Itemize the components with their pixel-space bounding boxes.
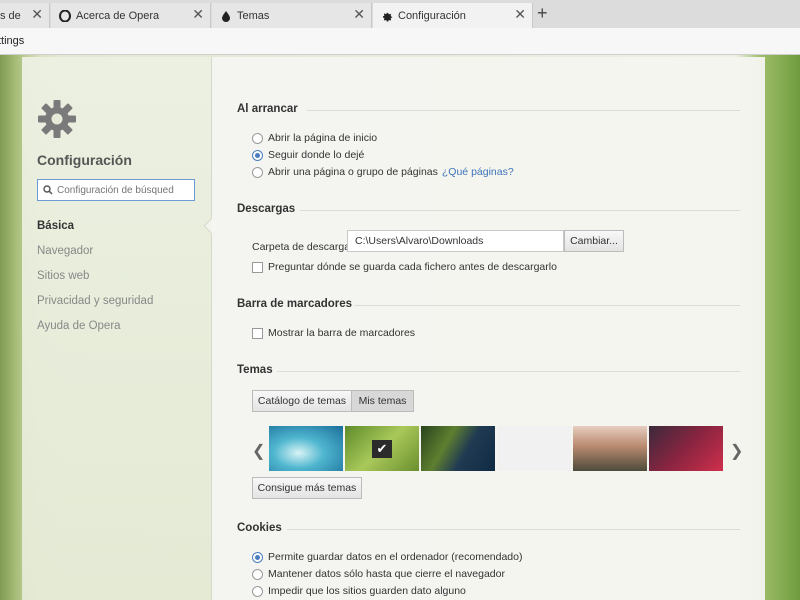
tab-theme-catalog[interactable]: Catálogo de temas: [252, 390, 352, 412]
tab-themes[interactable]: Temas ✕: [212, 3, 372, 28]
checkbox[interactable]: [252, 261, 263, 273]
settings-content: Al arrancar Abrir la página de inicio Se…: [212, 57, 765, 600]
section-heading-themes: Temas: [237, 364, 273, 376]
which-pages-link[interactable]: ¿Qué páginas?: [442, 166, 514, 178]
settings-search[interactable]: [37, 179, 195, 201]
close-icon[interactable]: ✕: [31, 7, 43, 21]
tab-settings[interactable]: Configuración ✕: [373, 3, 533, 28]
show-bookmarks-option[interactable]: Mostrar la barra de marcadores: [252, 327, 415, 339]
cookies-option-session[interactable]: Mantener datos sólo hasta que cierre el …: [252, 568, 505, 580]
theme-thumbnail[interactable]: [573, 426, 647, 471]
section-heading-downloads: Descargas: [237, 203, 296, 215]
theme-thumbnail[interactable]: [421, 426, 495, 471]
sidebar-item-privacy[interactable]: Privacidad y seguridad: [37, 294, 153, 319]
startup-option-pages[interactable]: Abrir una página o grupo de páginas ¿Qué…: [252, 166, 514, 178]
tab-label: s de: [0, 9, 21, 22]
radio-button[interactable]: [252, 132, 263, 144]
divider: [287, 529, 740, 530]
tab-label: Temas: [237, 9, 270, 22]
section-heading-cookies: Cookies: [237, 522, 282, 534]
change-folder-button[interactable]: Cambiar...: [564, 230, 624, 252]
sidebar-item-browser[interactable]: Navegador: [37, 244, 153, 269]
opera-icon: [59, 9, 71, 22]
sidebar: Configuración Básica Navegador Sitios we…: [22, 57, 221, 600]
tab-about-opera[interactable]: Acerca de Opera ✕: [51, 3, 211, 28]
theme-thumbnail[interactable]: [497, 426, 571, 471]
section-heading-startup: Al arrancar: [237, 103, 298, 115]
close-icon[interactable]: ✕: [192, 7, 204, 21]
divider: [300, 210, 740, 211]
option-label: Abrir una página o grupo de páginas: [268, 166, 438, 178]
cookies-option-allow[interactable]: Permite guardar datos en el ordenador (r…: [252, 551, 522, 563]
option-label: Preguntar dónde se guarda cada fichero a…: [268, 261, 557, 273]
theme-thumbnail-selected[interactable]: ✔: [345, 426, 419, 471]
ask-download-option[interactable]: Preguntar dónde se guarda cada fichero a…: [252, 261, 557, 273]
sidebar-item-help[interactable]: Ayuda de Opera: [37, 319, 153, 344]
option-label: Seguir donde lo dejé: [268, 149, 365, 161]
settings-gear-icon: [38, 100, 76, 138]
gear-icon: [382, 12, 393, 21]
tab-label: Acerca de Opera: [76, 9, 160, 22]
divider: [307, 110, 740, 111]
radio-button[interactable]: [252, 568, 263, 580]
new-tab-button[interactable]: +: [537, 4, 548, 22]
divider: [354, 305, 740, 306]
option-label: Mostrar la barra de marcadores: [268, 327, 416, 339]
startup-option-home[interactable]: Abrir la página de inicio: [252, 132, 377, 144]
sidebar-item-websites[interactable]: Sitios web: [37, 269, 153, 294]
divider: [277, 371, 740, 372]
radio-button[interactable]: [252, 149, 263, 161]
chevron-right-icon[interactable]: ❯: [730, 441, 743, 461]
checkbox[interactable]: [252, 327, 263, 339]
tab-label: Configuración: [398, 9, 466, 22]
tab-partial[interactable]: s de ✕: [0, 3, 50, 28]
startup-option-continue[interactable]: Seguir donde lo dejé: [252, 149, 364, 161]
url-text[interactable]: ttings: [0, 35, 24, 47]
option-label: Permite guardar datos en el ordenador (r…: [268, 551, 523, 563]
radio-button[interactable]: [252, 166, 263, 178]
sidebar-item-basic[interactable]: Básica: [37, 219, 153, 244]
option-label: Abrir la página de inicio: [268, 132, 378, 144]
radio-button[interactable]: [252, 551, 263, 563]
drop-icon: [222, 10, 230, 22]
tab-strip: s de ✕ Acerca de Opera ✕ Temas ✕ Configu…: [0, 0, 800, 28]
search-icon: [43, 185, 53, 195]
address-bar[interactable]: ttings: [0, 28, 800, 55]
close-icon[interactable]: ✕: [353, 7, 365, 21]
option-label: Mantener datos sólo hasta que cierre el …: [268, 568, 505, 580]
theme-thumbnail[interactable]: [269, 426, 343, 471]
section-heading-bookmarks: Barra de marcadores: [237, 298, 353, 310]
get-more-themes-button[interactable]: Consigue más temas: [252, 477, 362, 499]
download-folder-field[interactable]: C:\Users\Alvaro\Downloads: [347, 230, 564, 252]
radio-button[interactable]: [252, 585, 263, 597]
option-label: Impedir que los sitios guarden dato algu…: [268, 585, 466, 597]
check-icon: ✔: [372, 440, 392, 458]
theme-thumbnail[interactable]: [649, 426, 723, 471]
sidebar-nav: Básica Navegador Sitios web Privacidad y…: [37, 219, 153, 344]
tab-my-themes[interactable]: Mis temas: [351, 390, 414, 412]
download-folder-label: Carpeta de descarga:: [252, 241, 353, 253]
page-title: Configuración: [37, 152, 132, 168]
cookies-option-block[interactable]: Impedir que los sitios guarden dato algu…: [252, 585, 466, 597]
chevron-left-icon[interactable]: ❮: [252, 441, 265, 461]
close-icon[interactable]: ✕: [514, 7, 526, 21]
search-input[interactable]: [57, 184, 187, 196]
